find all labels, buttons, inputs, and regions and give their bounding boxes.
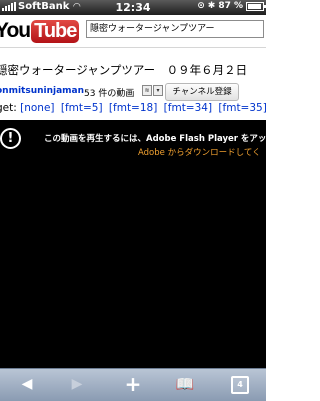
logo-you: You bbox=[0, 19, 31, 42]
warning-icon: ! bbox=[0, 128, 21, 149]
video-count: 53 件の動画 bbox=[84, 89, 135, 99]
video-title: 隠密ウォータージャンプツアー ０９年６月２日 bbox=[0, 63, 248, 77]
battery-percent: 87 % bbox=[218, 1, 243, 11]
format-links: get: [none] [fmt=5] [fmt=18] [fmt=34] [f… bbox=[0, 102, 270, 114]
status-bar: SoftBank ◠ 12:34 ⊙ ✱ 87 % bbox=[0, 0, 266, 15]
battery-icon bbox=[246, 1, 266, 11]
format-link-none[interactable]: [none] bbox=[20, 102, 54, 114]
format-link-35[interactable]: [fmt=35] bbox=[218, 102, 266, 114]
bluetooth-icon: ✱ bbox=[207, 1, 216, 11]
format-link-5[interactable]: [fmt=5] bbox=[61, 102, 103, 114]
tab-count: 4 bbox=[231, 376, 249, 394]
format-prefix: get: bbox=[0, 102, 17, 114]
format-link-18[interactable]: [fmt=18] bbox=[109, 102, 157, 114]
bookmarks-icon[interactable]: 📖 bbox=[170, 369, 200, 401]
logo-tube: Tube bbox=[31, 19, 80, 43]
channel-link[interactable]: onmitsuninjaman bbox=[0, 86, 84, 96]
back-icon[interactable]: ◀ bbox=[12, 369, 42, 401]
pages-icon[interactable]: 4 bbox=[224, 369, 254, 401]
flash-required-message: この動画を再生するには、Adobe Flash Player をアッ bbox=[44, 134, 267, 144]
rss-icon[interactable]: ≋ bbox=[142, 85, 152, 96]
expand-icon[interactable]: ▾ bbox=[153, 85, 163, 96]
status-right: ⊙ ✱ 87 % bbox=[197, 1, 266, 11]
video-player[interactable]: ! この動画を再生するには、Adobe Flash Player をアッ Ado… bbox=[0, 120, 266, 368]
subscribe-button[interactable]: チャンネル登録 bbox=[165, 83, 239, 101]
browser-toolbar: ◀ ▶ + 📖 4 bbox=[0, 368, 266, 401]
video-meta-row: onmitsuninjaman 53 件の動画 ≋ ▾ チャンネル登録 bbox=[0, 83, 266, 101]
rotation-lock-icon: ⊙ bbox=[197, 1, 205, 11]
search-input[interactable]: 隠密ウォータージャンプツアー bbox=[86, 20, 264, 38]
channel-icons: ≋ ▾ bbox=[142, 85, 163, 96]
flash-download-link[interactable]: Adobe からダウンロードしてく bbox=[138, 146, 261, 158]
youtube-logo[interactable]: You Tube bbox=[0, 19, 80, 43]
add-icon[interactable]: + bbox=[118, 369, 148, 401]
youtube-header: You Tube 隠密ウォータージャンプツアー bbox=[0, 15, 266, 48]
format-link-34[interactable]: [fmt=34] bbox=[164, 102, 212, 114]
forward-icon[interactable]: ▶ bbox=[62, 369, 92, 401]
